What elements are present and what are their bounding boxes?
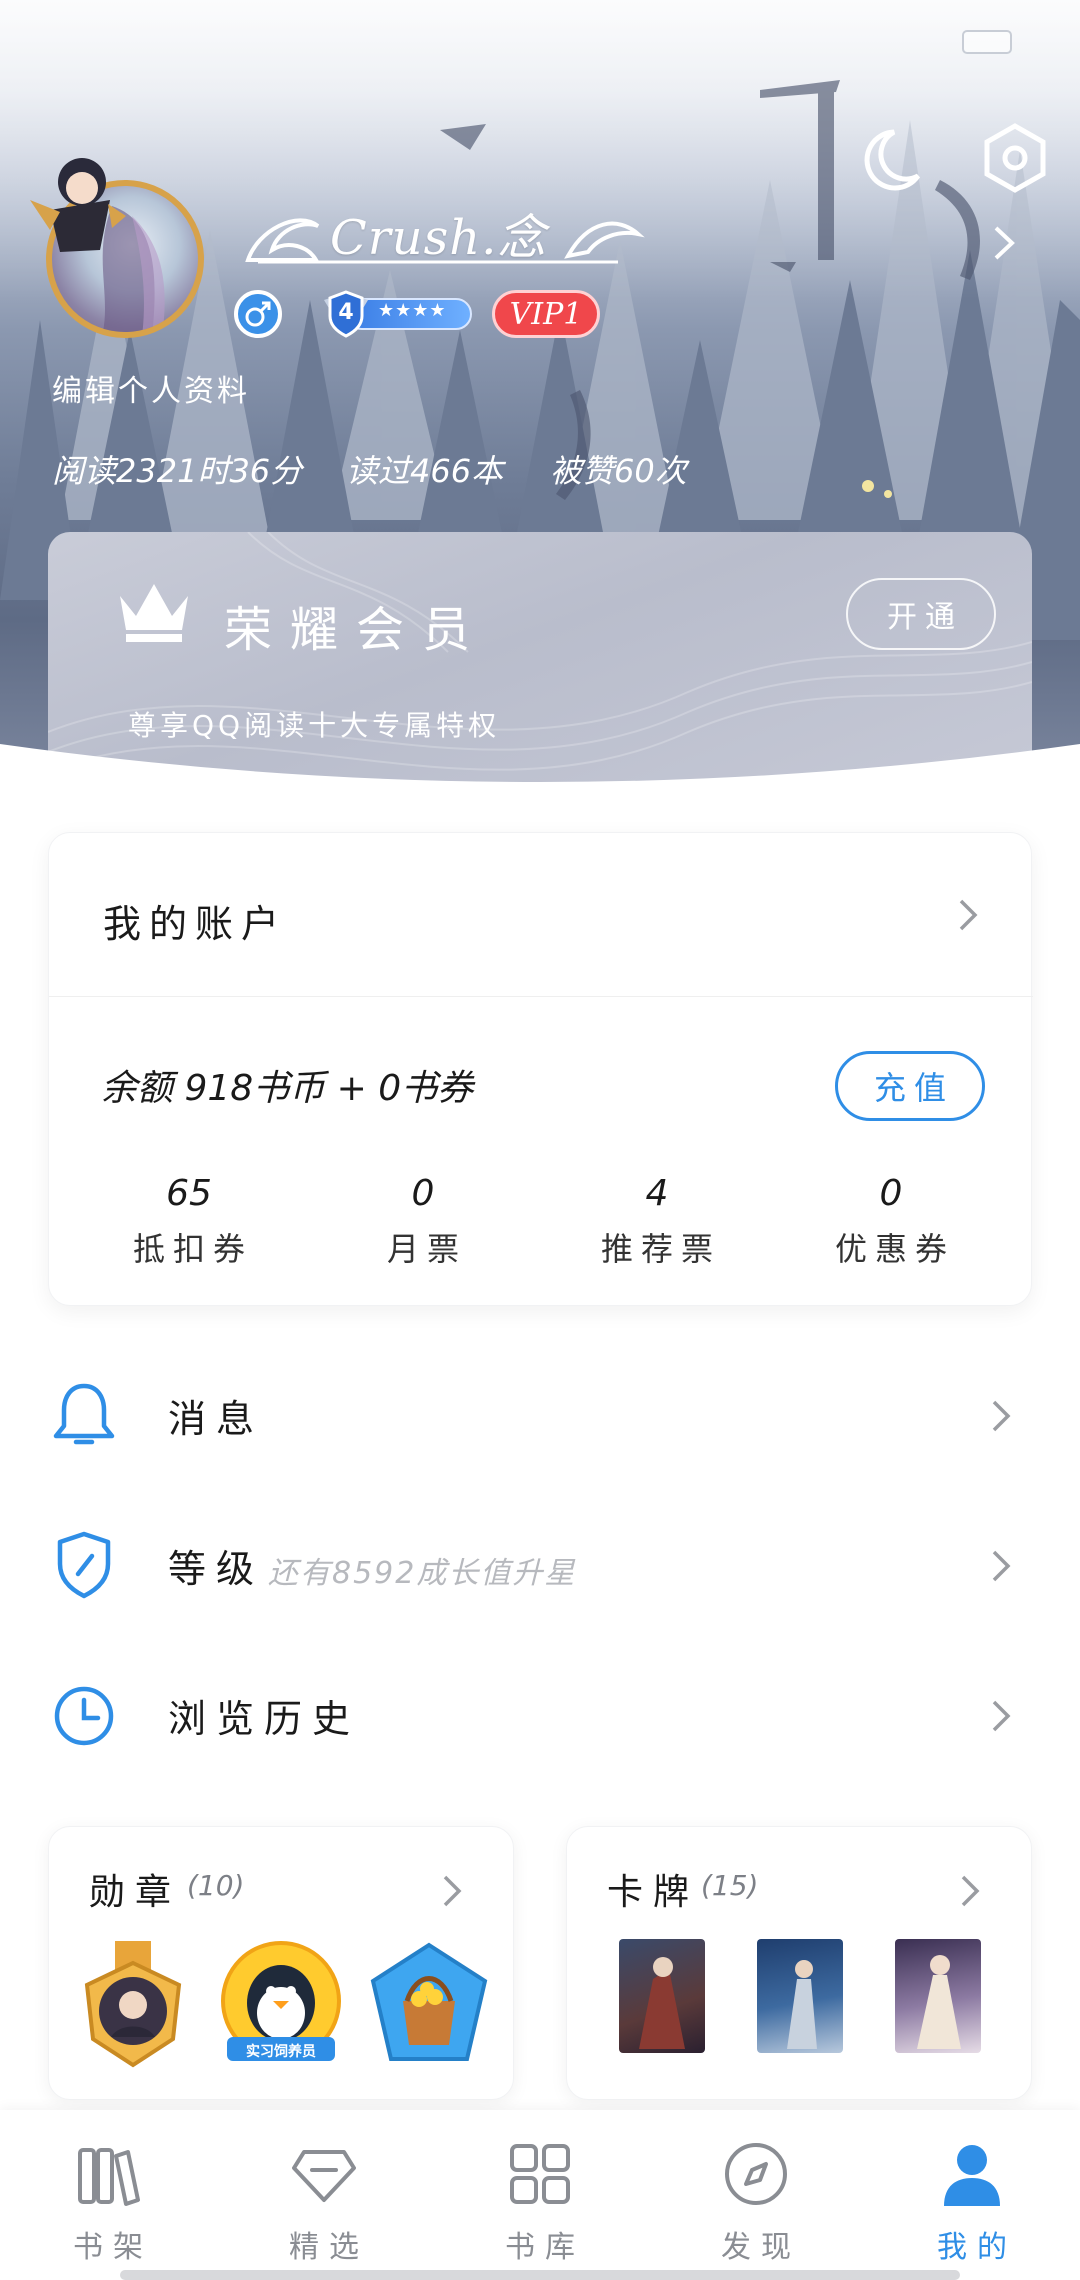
battery-icon [962, 30, 1012, 54]
gender-badge [234, 290, 282, 338]
nav-label: 书架 [73, 2230, 153, 2265]
home-indicator[interactable] [120, 2270, 960, 2280]
menu-item-level[interactable]: 等级 还有8592成长值升星 [0, 1490, 1080, 1640]
metric-label: 优惠券 [834, 1230, 955, 1268]
grid-icon [510, 2144, 570, 2204]
nav-label: 发现 [721, 2230, 801, 2265]
menu-item-messages[interactable]: 消息 [0, 1340, 1080, 1490]
chevron-right-icon [992, 1700, 1011, 1732]
chevron-right-icon [959, 899, 978, 931]
menu-label: 消息 [168, 1397, 265, 1441]
likes-stat: 被赞60次 [550, 452, 687, 490]
medals-card[interactable]: 勋章 (10) 实习饲养员 [48, 1826, 514, 2100]
menu-label: 等级 [168, 1547, 265, 1591]
cards-count: (15) [701, 1869, 759, 1902]
avatar-button[interactable] [20, 140, 220, 350]
card-thumbnail[interactable] [757, 1939, 843, 2053]
menu-label: 浏览历史 [168, 1697, 361, 1741]
level-stars: ★★★★ [378, 300, 447, 321]
nav-discover[interactable]: 发现 [648, 2110, 864, 2280]
crown-icon [120, 584, 188, 642]
metric-value: 0 [411, 1173, 435, 1214]
level-number: 4 [338, 300, 354, 325]
header-curve-divider [0, 744, 1080, 840]
treasure-medal-icon [370, 1942, 488, 2061]
nav-label: 书库 [505, 2230, 585, 2265]
clock-icon [54, 1686, 114, 1746]
shield-icon [57, 1531, 111, 1599]
vip-title: 荣耀会员 [224, 602, 489, 658]
vip-open-button[interactable]: 开通 [846, 578, 996, 650]
compass-icon [725, 2143, 787, 2205]
medals-count: (10) [187, 1869, 245, 1902]
card-thumbnail[interactable] [619, 1939, 705, 2053]
male-icon [245, 301, 271, 327]
bookshelf-icon [78, 2148, 140, 2206]
user-icon [944, 2145, 1000, 2206]
account-title: 我的账户 [103, 902, 288, 946]
nav-featured[interactable]: 精选 [216, 2110, 432, 2280]
level-progress-hint: 还有8592成长值升星 [268, 1556, 577, 1591]
diamond-icon [292, 2150, 356, 2202]
metric-value: 0 [879, 1173, 903, 1214]
night-mode-button[interactable] [850, 120, 930, 200]
metric-label: 推荐票 [600, 1230, 721, 1268]
chevron-right-icon [992, 1550, 1011, 1582]
metric-recommend-ticket[interactable]: 4 推荐票 [557, 1173, 757, 1270]
nav-mine[interactable]: 我的 [864, 2110, 1080, 2280]
bell-icon [53, 1383, 115, 1445]
vip-badge[interactable]: VIP1 [492, 290, 600, 338]
nav-label: 精选 [289, 2230, 369, 2265]
cards-title: 卡牌 [607, 1872, 700, 1913]
nav-bookshelf[interactable]: 书架 [0, 2110, 216, 2280]
menu-item-history[interactable]: 浏览历史 [0, 1640, 1080, 1790]
chevron-right-icon [443, 1875, 462, 1907]
username-text: Crush.念 [330, 210, 547, 266]
reading-time-stat: 阅读2321时36分 [52, 452, 303, 490]
chevron-right-icon [961, 1875, 980, 1907]
edit-profile-link[interactable]: 编辑个人资料 [52, 366, 250, 410]
metric-value: 65 [166, 1173, 212, 1214]
level-badge[interactable]: ★★★★ 4 [306, 290, 476, 338]
gold-medal-icon [84, 1941, 182, 2068]
metric-discount-coupon[interactable]: 0 优惠券 [791, 1173, 991, 1270]
card-thumbnail[interactable] [895, 1939, 981, 2053]
profile-detail-button[interactable] [984, 218, 1024, 268]
metric-label: 月票 [386, 1230, 467, 1268]
books-read-stat: 读过466本 [346, 452, 504, 490]
nav-library[interactable]: 书库 [432, 2110, 648, 2280]
recharge-button[interactable]: 充值 [835, 1051, 985, 1121]
chevron-right-icon [992, 1400, 1011, 1432]
metric-value: 4 [645, 1173, 669, 1214]
settings-button[interactable] [975, 118, 1055, 198]
bottom-navigation: 书架 精选 书库 发现 我的 [0, 2110, 1080, 2280]
account-card: 我的账户 余额 918书币 + 0书券 充值 65 抵扣券 0 月票 4 推荐票… [48, 832, 1033, 1306]
metric-deduction-coupon[interactable]: 65 抵扣券 [89, 1173, 289, 1270]
my-account-row[interactable]: 我的账户 [49, 833, 1033, 997]
settings-icon [984, 123, 1046, 193]
avatar-pendant-icon [30, 158, 126, 252]
medals-title: 勋章 [89, 1872, 182, 1913]
collectible-cards-card[interactable]: 卡牌 (15) [566, 1826, 1032, 2100]
nav-label: 我的 [937, 2230, 1017, 2265]
metric-label: 抵扣券 [132, 1230, 253, 1268]
moon-icon [864, 129, 921, 191]
penguin-medal-caption: 实习饲养员 [246, 2044, 316, 2060]
chevron-right-icon [994, 226, 1015, 260]
balance-text: 余额 918书币 + 0书券 [101, 1068, 474, 1109]
metric-monthly-ticket[interactable]: 0 月票 [323, 1173, 523, 1270]
